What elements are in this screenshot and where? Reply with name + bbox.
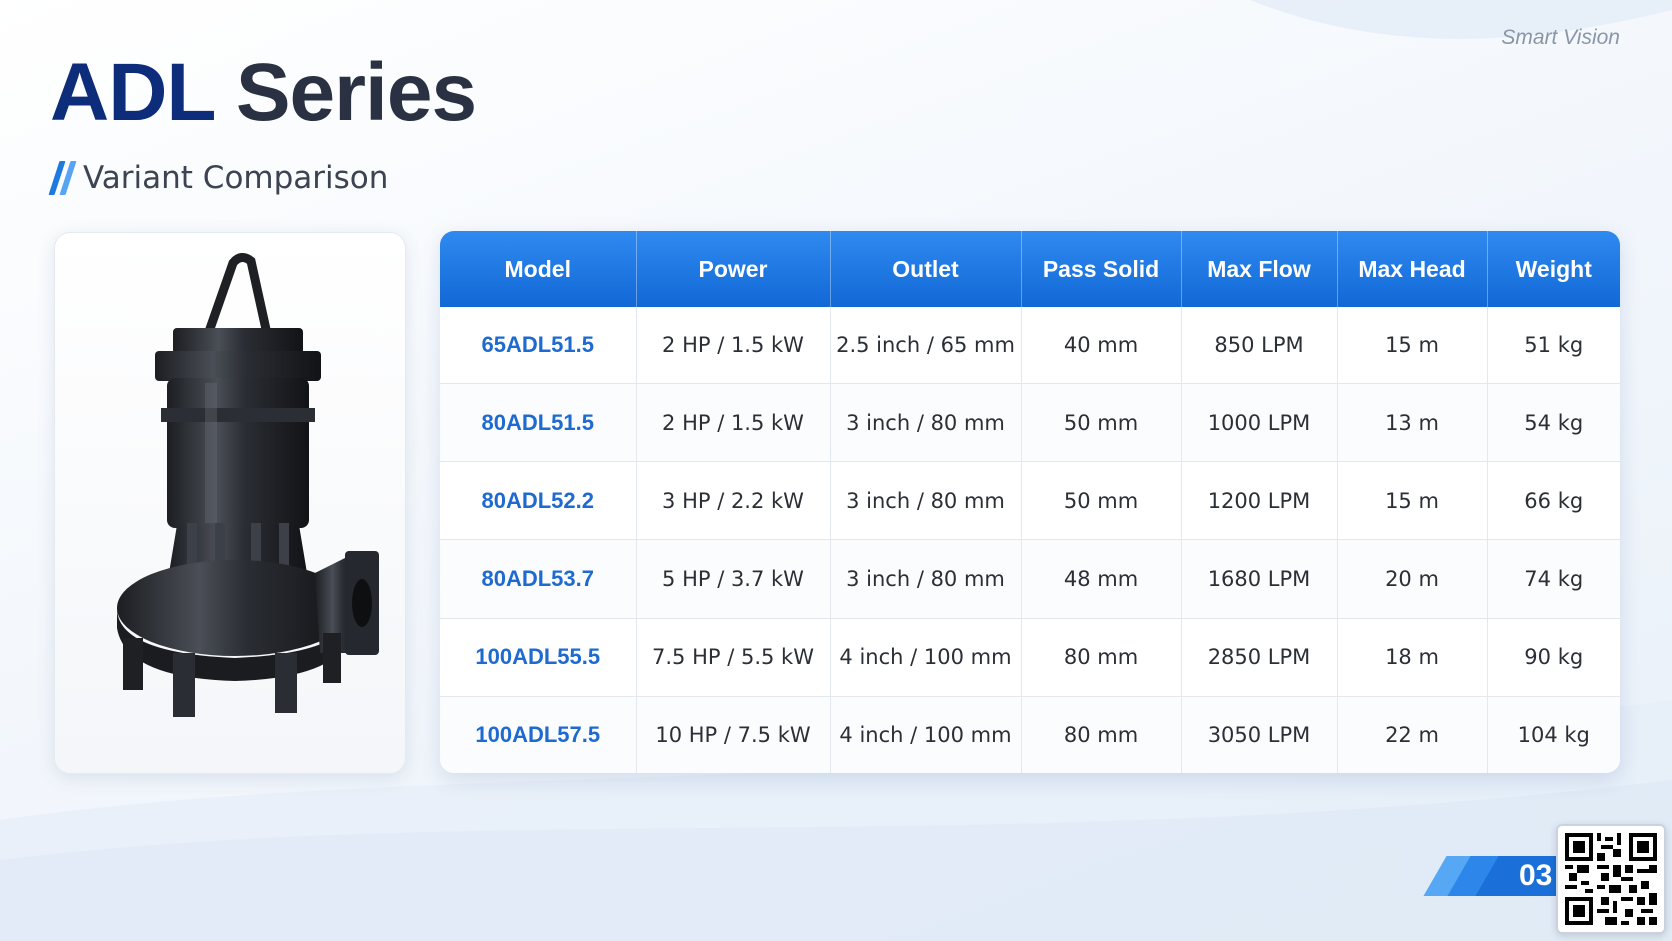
table-row: 80ADL53.7 5 HP / 3.7 kW 3 inch / 80 mm 4… [440, 539, 1620, 619]
cell-weight: 66 kg [1487, 461, 1620, 541]
cell-max-flow: 1200 LPM [1181, 461, 1338, 541]
header-max-flow: Max Flow [1181, 231, 1338, 307]
header-power: Power [636, 231, 831, 307]
cell-pass-solid: 50 mm [1021, 383, 1182, 463]
cell-model: 80ADL52.2 [440, 461, 637, 541]
header-max-head: Max Head [1337, 231, 1488, 307]
table-row: 65ADL51.5 2 HP / 1.5 kW 2.5 inch / 65 mm… [440, 307, 1620, 385]
cell-outlet: 4 inch / 100 mm [830, 618, 1022, 697]
cell-weight: 54 kg [1487, 383, 1620, 463]
product-image-card [54, 232, 406, 774]
cell-power: 2 HP / 1.5 kW [636, 307, 831, 385]
cell-outlet: 3 inch / 80 mm [830, 539, 1022, 619]
brand-label: Smart Vision [1501, 26, 1620, 49]
subtitle-text: Variant Comparison [83, 160, 389, 196]
table-row: 100ADL55.5 7.5 HP / 5.5 kW 4 inch / 100 … [440, 618, 1620, 697]
cell-max-head: 13 m [1337, 383, 1488, 463]
cell-model: 100ADL57.5 [440, 696, 637, 773]
cell-outlet: 3 inch / 80 mm [830, 461, 1022, 541]
header-outlet: Outlet [830, 231, 1022, 307]
cell-power: 3 HP / 2.2 kW [636, 461, 831, 541]
cell-pass-solid: 50 mm [1021, 461, 1182, 541]
cell-max-head: 20 m [1337, 539, 1488, 619]
cell-power: 7.5 HP / 5.5 kW [636, 618, 831, 697]
cell-max-flow: 850 LPM [1181, 307, 1338, 385]
table-row: 80ADL51.5 2 HP / 1.5 kW 3 inch / 80 mm 5… [440, 383, 1620, 463]
header-model: Model [440, 231, 637, 307]
cell-weight: 51 kg [1487, 307, 1620, 385]
cell-pass-solid: 40 mm [1021, 307, 1182, 385]
title-part-1: ADL [50, 47, 215, 138]
cell-outlet: 3 inch / 80 mm [830, 383, 1022, 463]
cell-max-flow: 2850 LPM [1181, 618, 1338, 697]
cell-outlet: 4 inch / 100 mm [830, 696, 1022, 773]
cell-max-flow: 1000 LPM [1181, 383, 1338, 463]
cell-model: 80ADL51.5 [440, 383, 637, 463]
cell-max-head: 18 m [1337, 618, 1488, 697]
table-row: 80ADL52.2 3 HP / 2.2 kW 3 inch / 80 mm 5… [440, 461, 1620, 541]
page-number: 03 [1518, 859, 1552, 892]
cell-model: 80ADL53.7 [440, 539, 637, 619]
cell-power: 10 HP / 7.5 kW [636, 696, 831, 773]
header-pass-solid: Pass Solid [1021, 231, 1182, 307]
qr-code-icon[interactable] [1556, 824, 1666, 934]
cell-model: 100ADL55.5 [440, 618, 637, 697]
header-weight: Weight [1487, 231, 1620, 307]
cell-power: 5 HP / 3.7 kW [636, 539, 831, 619]
page-title: ADL Series [50, 52, 477, 134]
table-row: 100ADL57.5 10 HP / 7.5 kW 4 inch / 100 m… [440, 696, 1620, 773]
variant-comparison-table: Model Power Outlet Pass Solid Max Flow M… [440, 231, 1620, 773]
cell-outlet: 2.5 inch / 65 mm [830, 307, 1022, 385]
cell-power: 2 HP / 1.5 kW [636, 383, 831, 463]
title-part-2: Series [235, 47, 477, 138]
cell-weight: 104 kg [1487, 696, 1620, 773]
cell-pass-solid: 80 mm [1021, 696, 1182, 773]
subtitle: Variant Comparison [48, 160, 389, 196]
cell-weight: 90 kg [1487, 618, 1620, 697]
cell-max-flow: 1680 LPM [1181, 539, 1338, 619]
cell-pass-solid: 80 mm [1021, 618, 1182, 697]
cell-max-head: 15 m [1337, 461, 1488, 541]
cell-max-head: 15 m [1337, 307, 1488, 385]
table-header-row: Model Power Outlet Pass Solid Max Flow M… [440, 231, 1620, 307]
cell-model: 65ADL51.5 [440, 307, 637, 385]
submersible-pump-image [117, 253, 379, 717]
cell-pass-solid: 48 mm [1021, 539, 1182, 619]
cell-max-flow: 3050 LPM [1181, 696, 1338, 773]
cell-weight: 74 kg [1487, 539, 1620, 619]
cell-max-head: 22 m [1337, 696, 1488, 773]
double-slash-icon [48, 161, 77, 195]
